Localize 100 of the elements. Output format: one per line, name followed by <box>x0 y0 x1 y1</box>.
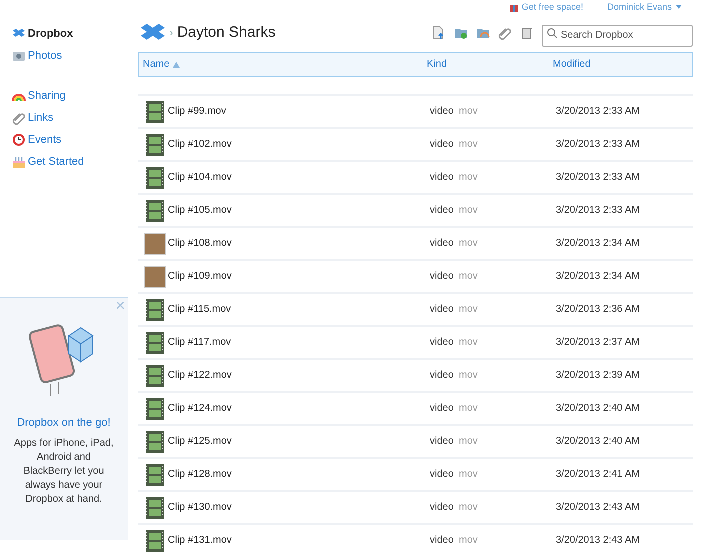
film-icon <box>146 332 164 354</box>
file-row[interactable]: Clip #109.mov video mov 3/20/2013 2:34 AM <box>138 259 693 292</box>
file-name: Clip #102.mov <box>168 138 233 152</box>
sidebar-item[interactable]: Links <box>12 110 128 126</box>
sidebar-item[interactable]: Get Started <box>12 154 128 170</box>
modified-date: 3/20/2013 2:34 AM <box>556 237 640 251</box>
file-extension: mov <box>459 204 479 218</box>
file-kind: video <box>430 138 455 152</box>
film-icon <box>146 464 164 486</box>
modified-date: 3/20/2013 2:33 AM <box>556 171 640 185</box>
file-row[interactable]: Clip #122.mov video mov 3/20/2013 2:39 AM <box>138 358 693 391</box>
search-field[interactable]: Search Dropbox <box>542 24 693 46</box>
caret-icon <box>675 3 683 11</box>
new-folder-icon[interactable] <box>454 26 468 40</box>
file-extension: mov <box>459 369 479 383</box>
file-name: Clip #131.mov <box>168 534 233 548</box>
film-icon <box>146 134 164 156</box>
file-kind: video <box>430 534 455 548</box>
modified-date: 3/20/2013 2:43 AM <box>556 534 640 548</box>
paperclip-icon <box>12 111 26 125</box>
promo-text: Apps for iPhone, iPad, Android and BlackBerry let you always have your Dropbox at hand. <box>14 437 114 507</box>
file-name: Clip #104.mov <box>168 171 233 185</box>
photo-thumbnail <box>144 266 166 288</box>
file-name: Clip #105.mov <box>168 204 233 218</box>
file-name: Clip #128.mov <box>168 468 233 482</box>
paperclip-icon[interactable] <box>498 26 512 40</box>
modified-date: 3/20/2013 2:33 AM <box>556 138 640 152</box>
modified-date: 3/20/2013 2:34 AM <box>556 270 640 284</box>
modified-date: 3/20/2013 2:40 AM <box>556 435 640 449</box>
file-row[interactable]: Clip #124.mov video mov 3/20/2013 2:40 AM <box>138 391 693 424</box>
file-name: Clip #117.mov <box>168 336 232 350</box>
column-header[interactable]: Modified <box>553 57 591 72</box>
file-kind: video <box>430 501 455 515</box>
film-icon <box>146 496 164 518</box>
film-icon <box>146 100 164 122</box>
modified-date: 3/20/2013 2:37 AM <box>556 336 640 350</box>
file-row[interactable]: Clip #105.mov video mov 3/20/2013 2:33 AM <box>138 193 693 226</box>
file-name: Clip #115.mov <box>168 303 232 317</box>
shared-folder-icon[interactable] <box>476 26 490 40</box>
file-name: Clip #99.mov <box>168 105 228 119</box>
file-kind: video <box>430 435 455 449</box>
search-icon <box>547 28 558 39</box>
file-extension: mov <box>459 105 479 119</box>
sidebar-item[interactable]: Photos <box>12 48 128 64</box>
film-icon <box>146 530 164 552</box>
gift-icon <box>508 2 519 12</box>
promo-title: Dropbox on the go! <box>17 416 111 431</box>
clock-icon <box>12 133 26 147</box>
file-row[interactable]: Clip #128.mov video mov 3/20/2013 2:41 AM <box>138 457 693 490</box>
file-kind: video <box>430 171 455 185</box>
film-icon <box>146 166 164 188</box>
file-row[interactable]: Clip #104.mov video mov 3/20/2013 2:33 AM <box>138 160 693 193</box>
photo-thumbnail <box>144 232 166 254</box>
file-kind: video <box>430 105 455 119</box>
file-kind: video <box>430 237 455 251</box>
file-row[interactable]: Clip #130.mov video mov 3/20/2013 2:43 AM <box>138 490 693 523</box>
film-icon <box>146 364 164 386</box>
modified-date: 3/20/2013 2:41 AM <box>556 468 640 482</box>
column-header[interactable]: Kind <box>427 57 553 72</box>
file-extension: mov <box>459 336 479 350</box>
file-extension: mov <box>459 468 479 482</box>
file-name: Clip #125.mov <box>168 435 233 449</box>
sort-up-icon <box>172 62 180 68</box>
modified-date: 3/20/2013 2:33 AM <box>556 105 640 119</box>
file-name: Clip #124.mov <box>168 402 233 416</box>
breadcrumb-separator: › <box>170 26 174 40</box>
sidebar-item[interactable]: Dropbox <box>12 26 128 42</box>
file-row[interactable]: Clip #115.mov video mov 3/20/2013 2:36 AM <box>138 292 693 325</box>
file-kind: video <box>430 336 455 350</box>
file-row[interactable]: Clip #102.mov video mov 3/20/2013 2:33 AM <box>138 127 693 160</box>
sidebar-item[interactable]: Events <box>12 132 128 148</box>
file-name: Clip #108.mov <box>168 237 233 251</box>
file-extension: mov <box>459 171 479 185</box>
file-row[interactable]: Clip #131.mov video mov 3/20/2013 2:43 AM <box>138 523 693 556</box>
column-header[interactable]: Name <box>139 57 427 72</box>
modified-date: 3/20/2013 2:36 AM <box>556 303 640 317</box>
file-row[interactable]: Clip #125.mov video mov 3/20/2013 2:40 AM <box>138 424 693 457</box>
modified-date: 3/20/2013 2:39 AM <box>556 369 640 383</box>
file-extension: mov <box>459 138 479 152</box>
file-extension: mov <box>459 303 479 317</box>
file-name: Clip #130.mov <box>168 501 233 515</box>
file-extension: mov <box>459 237 479 251</box>
file-kind: video <box>430 270 455 284</box>
file-name: Clip #122.mov <box>168 369 233 383</box>
modified-date: 3/20/2013 2:43 AM <box>556 501 640 515</box>
file-extension: mov <box>459 402 479 416</box>
file-extension: mov <box>459 534 479 548</box>
upload-icon[interactable] <box>432 26 446 40</box>
file-kind: video <box>430 468 455 482</box>
close-icon[interactable] <box>117 302 124 309</box>
sidebar-item[interactable]: Sharing <box>12 88 128 104</box>
file-row[interactable]: Clip #99.mov video mov 3/20/2013 2:33 AM <box>138 94 693 127</box>
film-icon <box>146 200 164 222</box>
file-kind: video <box>430 369 455 383</box>
modified-date: 3/20/2013 2:40 AM <box>556 402 640 416</box>
film-icon <box>146 430 164 452</box>
file-row[interactable]: Clip #117.mov video mov 3/20/2013 2:37 AM <box>138 325 693 358</box>
file-row[interactable]: Clip #108.mov video mov 3/20/2013 2:34 AM <box>138 226 693 259</box>
film-icon <box>146 298 164 320</box>
camera-icon <box>12 49 26 63</box>
